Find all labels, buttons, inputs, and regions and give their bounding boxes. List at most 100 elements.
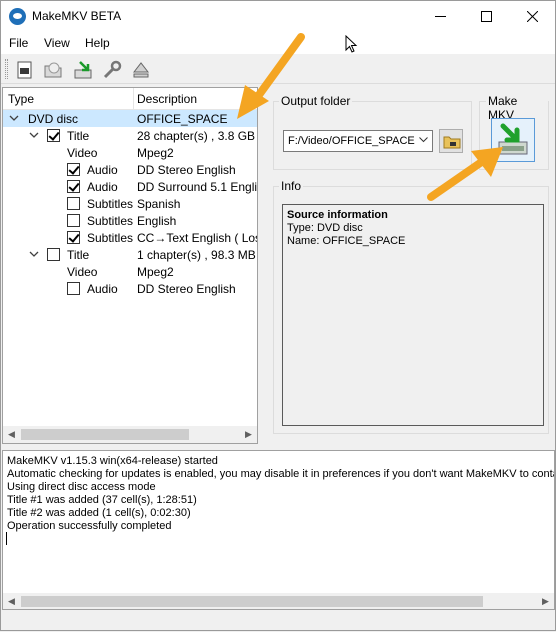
row-description: DD Surround 5.1 English <box>137 180 257 194</box>
row-type: Video <box>67 146 98 160</box>
log-line: Title #2 was added (1 cell(s), 0:02:30) <box>7 507 191 519</box>
output-folder-select[interactable]: F:/Video/OFFICE_SPACE <box>283 130 433 152</box>
window-title: MakeMKV BETA <box>32 9 122 23</box>
tree-row[interactable]: Subtitles English <box>3 212 257 229</box>
chevron-down-icon[interactable] <box>29 130 39 140</box>
row-description: Mpeg2 <box>137 146 174 160</box>
maximize-icon <box>480 11 492 22</box>
menu-help[interactable]: Help <box>85 36 110 50</box>
row-type: Subtitles <box>87 197 134 211</box>
chevron-down-icon[interactable] <box>29 249 39 259</box>
row-type: Subtitles <box>87 231 134 245</box>
row-description: OFFICE_SPACE <box>137 112 228 126</box>
info-box: Source information Type: DVD disc Name: … <box>282 204 544 426</box>
text-caret <box>6 532 7 545</box>
row-description: Spanish <box>137 197 181 211</box>
status-bar <box>1 612 555 630</box>
row-type: DVD disc <box>28 112 79 126</box>
app-window: MakeMKV BETA File View Help Type Descrip… <box>0 0 556 631</box>
tree-horizontal-scrollbar[interactable]: ◀ ▶ <box>3 426 257 443</box>
info-label: Info <box>279 179 304 193</box>
tree-row[interactable]: Audio DD Stereo English <box>3 161 257 178</box>
browse-folder-button[interactable] <box>439 129 463 153</box>
row-checkbox[interactable] <box>67 197 80 210</box>
row-type: Audio <box>87 282 118 296</box>
close-icon <box>526 10 538 23</box>
info-name: Name: OFFICE_SPACE <box>287 235 406 247</box>
tree-row[interactable]: Title 1 chapter(s) , 98.3 MB <box>3 246 257 263</box>
eject-button[interactable] <box>129 58 153 80</box>
tree-row[interactable]: Subtitles Spanish <box>3 195 257 212</box>
row-description: 1 chapter(s) , 98.3 MB <box>137 248 256 262</box>
row-description: 28 chapter(s) , 3.8 GB <box>137 129 256 143</box>
scroll-left-icon[interactable]: ◀ <box>3 593 20 609</box>
row-checkbox[interactable] <box>67 180 80 193</box>
column-separator[interactable] <box>133 88 134 110</box>
row-checkbox[interactable] <box>67 214 80 227</box>
toolbar <box>1 54 555 84</box>
backup-icon <box>74 61 92 79</box>
title-tree[interactable]: Type Description DVD disc OFFICE_SPACE Tit… <box>2 87 258 444</box>
scroll-left-icon[interactable]: ◀ <box>3 426 20 443</box>
row-checkbox[interactable] <box>47 248 60 261</box>
minimize-button[interactable] <box>417 1 463 32</box>
info-heading: Source information <box>287 209 388 221</box>
tree-row[interactable]: Title 28 chapter(s) , 3.8 GB <box>3 127 257 144</box>
log-panel[interactable]: MakeMKV v1.15.3 win(x64-release) started… <box>2 450 555 610</box>
tree-row[interactable]: Video Mpeg2 <box>3 263 257 280</box>
open-disc-icon <box>44 62 62 78</box>
preferences-button[interactable] <box>100 58 124 80</box>
row-checkbox[interactable] <box>67 282 80 295</box>
row-description: English <box>137 214 177 228</box>
row-description: Mpeg2 <box>137 265 174 279</box>
chevron-down-icon <box>419 137 428 143</box>
minimize-icon <box>434 16 446 17</box>
title-bar[interactable]: MakeMKV BETA <box>1 1 555 32</box>
row-type: Video <box>67 265 98 279</box>
scroll-right-icon[interactable]: ▶ <box>240 426 257 443</box>
menu-view[interactable]: View <box>44 36 70 50</box>
preferences-icon <box>103 60 122 79</box>
tree-row[interactable]: Video Mpeg2 <box>3 144 257 161</box>
column-header-description[interactable]: Description <box>137 92 197 106</box>
row-type: Title <box>67 129 90 143</box>
row-checkbox[interactable] <box>47 129 60 142</box>
log-line: Using direct disc access mode <box>7 481 156 493</box>
output-folder-value: F:/Video/OFFICE_SPACE <box>288 135 415 147</box>
scroll-thumb[interactable] <box>21 429 189 440</box>
row-type: Audio <box>87 163 118 177</box>
log-line: Automatic checking for updates is enable… <box>7 468 555 480</box>
make-mkv-button[interactable] <box>491 118 535 162</box>
makemkv-app-icon <box>9 8 26 25</box>
menu-file[interactable]: File <box>9 36 28 50</box>
backup-button[interactable] <box>71 58 95 80</box>
tree-row[interactable]: DVD disc OFFICE_SPACE <box>3 110 257 127</box>
scroll-thumb[interactable] <box>21 596 483 607</box>
chevron-down-icon[interactable] <box>9 113 19 123</box>
tree-row[interactable]: Audio DD Surround 5.1 English <box>3 178 257 195</box>
log-horizontal-scrollbar[interactable]: ◀ ▶ <box>3 593 554 609</box>
maximize-button[interactable] <box>463 1 509 32</box>
row-type: Title <box>67 248 90 262</box>
folder-icon <box>443 136 461 149</box>
close-button[interactable] <box>509 1 555 32</box>
log-line: Operation successfully completed <box>7 520 172 532</box>
log-line: MakeMKV v1.15.3 win(x64-release) started <box>7 455 218 467</box>
open-files-button[interactable] <box>13 58 37 80</box>
column-header-type[interactable]: Type <box>8 92 34 106</box>
row-checkbox[interactable] <box>67 231 80 244</box>
log-line: Title #1 was added (37 cell(s), 1:28:51) <box>7 494 197 506</box>
row-type: Subtitles <box>87 214 134 228</box>
tree-row[interactable]: Audio DD Stereo English <box>3 280 257 297</box>
row-description: DD Stereo English <box>137 282 236 296</box>
scroll-right-icon[interactable]: ▶ <box>537 593 554 609</box>
tree-row[interactable]: SubtitlesCC→Text English ( Lossless ) <box>3 229 257 246</box>
output-folder-label: Output folder <box>279 94 353 108</box>
row-checkbox[interactable] <box>67 163 80 176</box>
toolbar-grip[interactable] <box>5 59 8 79</box>
mouse-cursor-icon <box>345 35 358 53</box>
row-description: DD Stereo English <box>137 163 236 177</box>
menu-bar: File View Help <box>1 32 555 54</box>
make-mkv-icon <box>498 123 528 155</box>
open-disc-button[interactable] <box>41 58 65 80</box>
